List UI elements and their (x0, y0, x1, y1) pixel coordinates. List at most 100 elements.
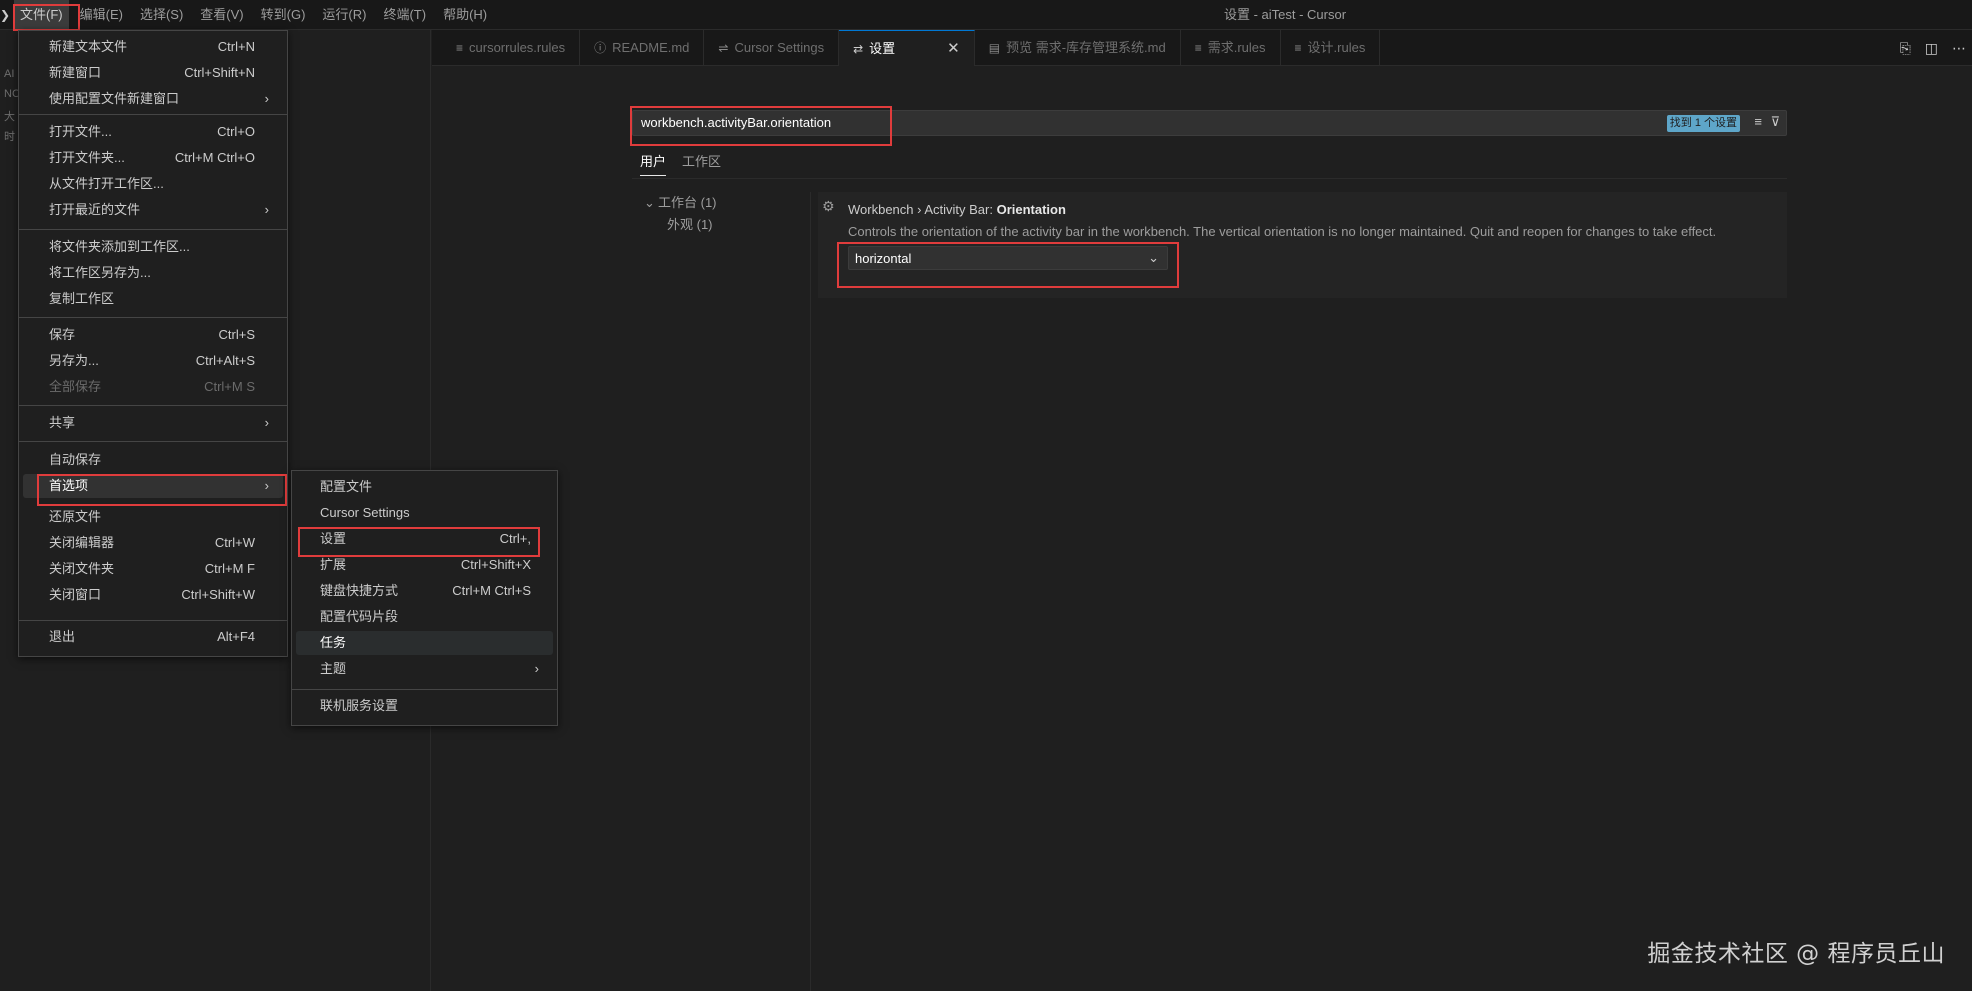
menu-item-snippets[interactable]: 配置代码片段 (296, 605, 553, 629)
menu-item-label: 关闭文件夹 (49, 561, 115, 576)
menu-item-extensions[interactable]: 扩展 Ctrl+Shift+X (296, 553, 553, 577)
close-icon[interactable]: ✕ (947, 31, 960, 67)
info-icon: ⓘ (594, 41, 607, 55)
tab-label: README.md (612, 40, 690, 55)
menu-item-keyboard-shortcuts[interactable]: 键盘快捷方式 Ctrl+M Ctrl+S (296, 579, 553, 603)
settings-editor: 找到 1 个设置 ≡ ⊽ 用户 工作区 ⌄工作台 (1) 外观 (1) ⚙ Wo… (432, 66, 1972, 991)
menu-item-profiles[interactable]: 配置文件 (296, 475, 553, 499)
setting-category: Workbench › Activity Bar: (848, 202, 997, 217)
open-settings-json-icon[interactable]: ⎘ (1900, 40, 1911, 57)
menu-item-open-folder[interactable]: 打开文件夹... Ctrl+M Ctrl+O (23, 146, 283, 170)
activity-strip-text: 大 (4, 111, 15, 123)
menu-shortcut: Ctrl+O (217, 124, 255, 139)
divider (810, 192, 811, 991)
filter-icon[interactable]: ⊽ (1770, 114, 1780, 130)
menu-item-save-as[interactable]: 另存为... Ctrl+Alt+S (23, 349, 283, 373)
menu-item-label: 配置代码片段 (320, 609, 399, 624)
menu-item-label: 共享 (49, 415, 76, 430)
menu-item-revert-file[interactable]: 还原文件 (23, 505, 283, 529)
tab-readme[interactable]: ⓘ README.md (580, 30, 705, 66)
more-actions-icon[interactable]: ⋯ (1952, 40, 1966, 57)
tab-cursorrules[interactable]: ≡ cursorrules.rules (442, 30, 581, 66)
menu-item-add-folder[interactable]: 将文件夹添加到工作区... (23, 235, 283, 259)
menu-item-close-editor[interactable]: 关闭编辑器 Ctrl+W (23, 531, 283, 555)
menu-go[interactable]: 转到(G) (255, 0, 312, 30)
menu-item-new-text-file[interactable]: 新建文本文件 Ctrl+N (23, 35, 283, 59)
menu-shortcut: Ctrl+Shift+X (460, 557, 531, 572)
chevron-right-icon: › (264, 478, 269, 493)
toc-item-workbench[interactable]: ⌄ 工作台 (1) (644, 192, 717, 214)
setting-item-activitybar-orientation: ⚙ Workbench › Activity Bar: Orientation … (818, 192, 1787, 298)
file-lines-icon: ≡ (456, 41, 464, 55)
menu-item-label: 任务 (320, 635, 347, 650)
menu-bar: 文件(F) 编辑(E) 选择(S) 查看(V) 转到(G) 运行(R) 终端(T… (14, 0, 498, 30)
menu-item-cursor-settings[interactable]: Cursor Settings (296, 501, 553, 525)
search-result-badge: 找到 1 个设置 (1666, 115, 1740, 132)
menu-item-open-workspace[interactable]: 从文件打开工作区... (23, 172, 283, 196)
menu-item-settings[interactable]: 设置 Ctrl+, (296, 527, 553, 551)
tab-cursor-settings[interactable]: ⇌ Cursor Settings (704, 30, 840, 66)
menu-item-share[interactable]: 共享 › (23, 411, 283, 435)
cursor-logo-icon[interactable]: ❯ (0, 8, 10, 22)
menu-item-open-file[interactable]: 打开文件... Ctrl+O (23, 120, 283, 144)
split-editor-icon[interactable]: ◫ (1925, 40, 1938, 57)
preview-icon: ▤ (988, 41, 1001, 55)
menu-terminal[interactable]: 终端(T) (377, 0, 432, 30)
menu-item-preferences[interactable]: 首选项 › (23, 474, 283, 498)
orientation-select[interactable]: horizontal ⌄ (848, 246, 1168, 270)
editor-area: ≡ cursorrules.rules ⓘ README.md ⇌ Cursor… (432, 30, 1972, 991)
menu-run[interactable]: 运行(R) (316, 0, 372, 30)
menu-item-close-folder[interactable]: 关闭文件夹 Ctrl+M F (23, 557, 283, 581)
setting-title: Workbench › Activity Bar: Orientation (848, 202, 1066, 217)
toc-label: 工作台 (1) (658, 195, 717, 210)
tab-user-scope[interactable]: 用户 (640, 152, 667, 176)
menu-shortcut: Alt+F4 (217, 629, 255, 644)
menu-file[interactable]: 文件(F) (14, 0, 69, 30)
tab-bar: ≡ cursorrules.rules ⓘ README.md ⇌ Cursor… (432, 30, 1972, 66)
menu-item-label: 还原文件 (49, 509, 102, 524)
menu-edit[interactable]: 编辑(E) (74, 0, 129, 30)
menu-item-duplicate-workspace[interactable]: 复制工作区 (23, 287, 283, 311)
menu-selection[interactable]: 选择(S) (134, 0, 189, 30)
gear-icon[interactable]: ⚙ (822, 198, 835, 215)
menu-item-new-window[interactable]: 新建窗口 Ctrl+Shift+N (23, 61, 283, 85)
tab-requirements-rules[interactable]: ≡ 需求.rules (1181, 30, 1281, 66)
menu-shortcut: Ctrl+S (218, 327, 255, 342)
clear-filter-icon[interactable]: ≡ (1754, 114, 1762, 129)
toc-item-appearance[interactable]: 外观 (1) (644, 214, 717, 236)
menu-view[interactable]: 查看(V) (194, 0, 249, 30)
menu-shortcut: Ctrl+M S (204, 379, 255, 394)
settings-search-input[interactable] (641, 114, 1241, 132)
divider (632, 178, 1787, 179)
menu-item-new-window-profile[interactable]: 使用配置文件新建窗口 › (23, 87, 283, 111)
setting-name: Orientation (996, 202, 1066, 217)
menu-shortcut: Ctrl+M Ctrl+O (174, 150, 255, 165)
chevron-right-icon: › (534, 661, 539, 676)
menu-shortcut: Ctrl+W (214, 535, 255, 550)
tab-design-rules[interactable]: ≡ 设计.rules (1281, 30, 1381, 66)
menu-item-exit[interactable]: 退出 Alt+F4 (23, 625, 283, 649)
menu-item-auto-save[interactable]: 自动保存 (23, 448, 283, 472)
tab-preview-requirements[interactable]: ▤ 预览 需求-库存管理系统.md (975, 30, 1181, 66)
editor-actions: ⎘ ◫ ⋯ (1900, 30, 1966, 66)
menu-item-themes[interactable]: 主题 › (296, 657, 553, 681)
menu-item-save[interactable]: 保存 Ctrl+S (23, 323, 283, 347)
menu-item-label: 首选项 (49, 478, 89, 493)
menu-item-online-services[interactable]: 联机服务设置 (296, 694, 553, 718)
menu-item-close-window[interactable]: 关闭窗口 Ctrl+Shift+W (23, 583, 283, 607)
tab-workspace-scope[interactable]: 工作区 (682, 152, 721, 176)
menu-item-label: 打开文件夹... (49, 150, 125, 165)
menu-help[interactable]: 帮助(H) (437, 0, 493, 30)
menu-item-save-workspace-as[interactable]: 将工作区另存为... (23, 261, 283, 285)
menu-item-label: 设置 (320, 531, 347, 546)
menu-item-tasks[interactable]: 任务 (296, 631, 553, 655)
activity-strip-text: AI (4, 68, 15, 80)
file-lines-icon: ≡ (1294, 41, 1302, 55)
menu-item-label: 使用配置文件新建窗口 (49, 91, 180, 106)
menu-item-label: 将文件夹添加到工作区... (49, 239, 190, 254)
tab-label: 设置 (869, 40, 896, 56)
tab-settings[interactable]: ⇄ 设置 ✕ (839, 30, 975, 66)
menu-item-open-recent[interactable]: 打开最近的文件 › (23, 198, 283, 222)
menu-separator (292, 689, 557, 690)
chevron-right-icon: › (264, 415, 269, 430)
